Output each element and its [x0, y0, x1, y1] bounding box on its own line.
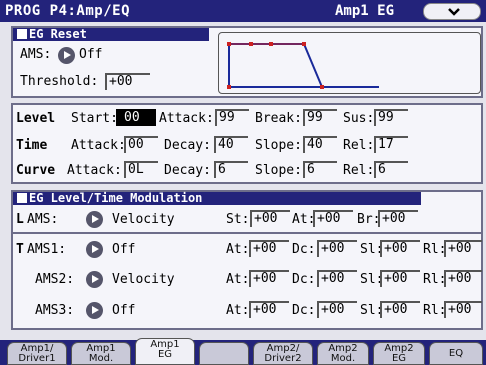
- level-ams-prefix: L: [16, 212, 24, 227]
- envelope-graph: [218, 32, 481, 94]
- ams-popup-arrow-icon[interactable]: [58, 47, 75, 64]
- t2-rl-label: Rl:: [423, 272, 447, 287]
- t2-at-label: At:: [226, 272, 250, 287]
- eg-modulation-header: EG Level/Time Modulation: [13, 192, 421, 205]
- ams2-dc-field[interactable]: +00: [317, 270, 357, 287]
- level-ams-popup-arrow-icon[interactable]: [86, 211, 103, 228]
- ams3-dc-field[interactable]: +00: [317, 301, 357, 318]
- ams2-popup-arrow-icon[interactable]: [86, 271, 103, 288]
- curve-rel-field[interactable]: 6: [374, 161, 408, 178]
- level-sus-field[interactable]: 99: [374, 109, 408, 126]
- time-slope-field[interactable]: 40: [303, 136, 337, 153]
- time-attack-field[interactable]: 00: [124, 136, 158, 153]
- ams1-rl-field[interactable]: +00: [444, 240, 482, 257]
- t3-rl-label: Rl:: [423, 303, 447, 318]
- t3-dc-label: Dc:: [292, 303, 316, 318]
- title-bar: PROG P4:Amp/EQ Amp1 EG: [0, 0, 486, 22]
- time-ams-prefix: T: [16, 242, 24, 257]
- level-sus-label: Sus:: [343, 111, 375, 126]
- header-marker-icon: [17, 29, 27, 39]
- ams2-label: AMS2:: [35, 272, 75, 287]
- mod-divider: [13, 232, 481, 234]
- ams2-at-field[interactable]: +00: [249, 270, 289, 287]
- t1-rl-label: Rl:: [423, 242, 447, 257]
- curve-attack-label: Attack:: [67, 163, 122, 178]
- at-label: At:: [292, 212, 316, 227]
- tab-amp1-driver1[interactable]: Amp1/Driver1: [7, 342, 67, 365]
- threshold-label: Threshold:: [20, 74, 99, 89]
- level-start-field[interactable]: 00: [116, 109, 156, 126]
- level-ams-label: AMS:: [27, 212, 59, 227]
- ams3-popup-arrow-icon[interactable]: [86, 302, 103, 319]
- ams2-value[interactable]: Velocity: [112, 272, 175, 287]
- ams2-rl-field[interactable]: +00: [444, 270, 482, 287]
- screen: PROG P4:Amp/EQ Amp1 EG EG Reset AMS: Off…: [0, 0, 486, 365]
- curve-slope-field[interactable]: 6: [303, 161, 337, 178]
- ams3-at-field[interactable]: +00: [249, 301, 289, 318]
- time-attack-label: Attack:: [71, 138, 126, 153]
- t2-dc-label: Dc:: [292, 272, 316, 287]
- ams3-label: AMS3:: [35, 303, 75, 318]
- time-decay-label: Decay:: [164, 138, 211, 153]
- level-start-label: Start:: [71, 111, 118, 126]
- level-at-field[interactable]: +00: [313, 210, 353, 227]
- tab-amp2-eg[interactable]: Amp2 EG: [373, 342, 425, 365]
- level-break-label: Break:: [255, 111, 302, 126]
- level-ams-value[interactable]: Velocity: [112, 212, 175, 227]
- chevron-down-icon: [448, 8, 460, 16]
- ams1-label: AMS1:: [27, 242, 67, 257]
- ams3-rl-field[interactable]: +00: [444, 301, 482, 318]
- header-marker-icon: [17, 193, 27, 203]
- tab-amp1-mod[interactable]: Amp1 Mod.: [71, 342, 131, 365]
- time-rel-field[interactable]: 17: [374, 136, 408, 153]
- time-row-label: Time: [16, 138, 48, 153]
- ams2-sl-field[interactable]: +00: [380, 270, 420, 287]
- tab-amp2-driver2[interactable]: Amp2/Driver2: [253, 342, 313, 365]
- level-break-field[interactable]: 99: [303, 109, 337, 126]
- curve-decay-label: Decay:: [164, 163, 211, 178]
- br-label: Br:: [357, 212, 381, 227]
- ams1-sl-field[interactable]: +00: [380, 240, 420, 257]
- level-row-label: Level: [16, 111, 56, 126]
- time-slope-label: Slope:: [255, 138, 302, 153]
- time-rel-label: Rel:: [343, 138, 375, 153]
- level-br-field[interactable]: +00: [378, 210, 418, 227]
- time-decay-field[interactable]: 40: [214, 136, 248, 153]
- ams1-dc-field[interactable]: +00: [317, 240, 357, 257]
- page-title: PROG P4:Amp/EQ: [5, 3, 131, 19]
- eg-reset-header: EG Reset: [13, 28, 209, 41]
- page-menu-button[interactable]: [423, 3, 481, 20]
- level-attack-field[interactable]: 99: [215, 109, 249, 126]
- tab-eq[interactable]: EQ: [429, 342, 483, 365]
- threshold-field[interactable]: +00: [105, 73, 150, 90]
- ams3-value[interactable]: Off: [112, 303, 135, 318]
- t1-dc-label: Dc:: [292, 242, 316, 257]
- ams3-sl-field[interactable]: +00: [380, 301, 420, 318]
- tab-empty: [199, 342, 249, 365]
- ams-label: AMS:: [20, 47, 52, 62]
- level-attack-label: Attack:: [159, 111, 214, 126]
- curve-attack-field[interactable]: 0L: [124, 161, 158, 178]
- tab-amp2-mod[interactable]: Amp2 Mod.: [317, 342, 369, 365]
- page-subtitle: Amp1 EG: [335, 3, 395, 19]
- curve-slope-label: Slope:: [255, 163, 302, 178]
- t3-at-label: At:: [226, 303, 250, 318]
- ams1-at-field[interactable]: +00: [249, 240, 289, 257]
- tab-amp1-eg[interactable]: Amp1 EG: [135, 338, 195, 365]
- ams1-popup-arrow-icon[interactable]: [86, 241, 103, 258]
- ams-value[interactable]: Off: [79, 47, 102, 62]
- curve-rel-label: Rel:: [343, 163, 375, 178]
- level-st-field[interactable]: +00: [250, 210, 290, 227]
- ams1-value[interactable]: Off: [112, 242, 135, 257]
- st-label: St:: [226, 212, 250, 227]
- envelope-curve: [227, 42, 379, 89]
- curve-row-label: Curve: [16, 163, 56, 178]
- curve-decay-field[interactable]: 6: [214, 161, 248, 178]
- t1-at-label: At:: [226, 242, 250, 257]
